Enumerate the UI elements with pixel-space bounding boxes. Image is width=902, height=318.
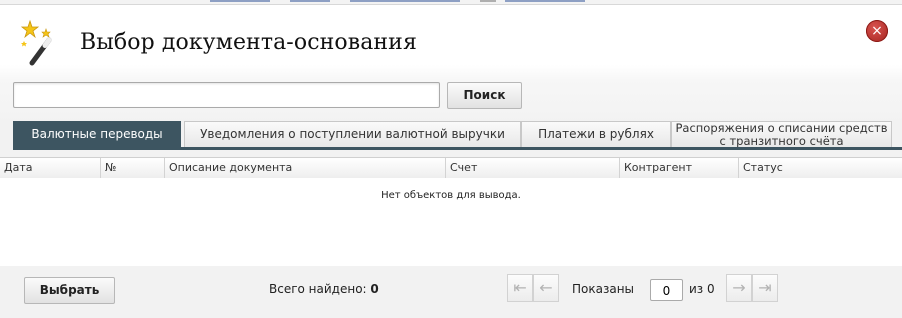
total-found: Всего найдено: 0: [269, 282, 379, 296]
page-of-total: из 0: [689, 282, 715, 296]
column-date[interactable]: Дата: [0, 158, 101, 178]
column-description[interactable]: Описание документа: [165, 158, 446, 178]
column-status[interactable]: Статус: [739, 158, 902, 178]
tab-currency-proceeds-notices[interactable]: Уведомления о поступлении валютной выруч…: [184, 121, 521, 148]
dialog-title: Выбор документа-основания: [80, 30, 417, 55]
tab-underline: [13, 147, 902, 150]
last-page-icon[interactable]: ⇥: [752, 274, 778, 302]
page-number-input[interactable]: [650, 279, 683, 301]
column-account[interactable]: Счет: [446, 158, 620, 178]
next-page-icon[interactable]: →: [726, 274, 752, 302]
empty-message: Нет объектов для вывода.: [381, 190, 521, 201]
search-button[interactable]: Поиск: [447, 82, 522, 109]
total-found-value: 0: [370, 282, 379, 296]
column-counterparty[interactable]: Контрагент: [620, 158, 739, 178]
prev-page-icon[interactable]: ←: [533, 274, 559, 302]
magic-wand-icon: [20, 19, 52, 66]
shown-label: Показаны: [572, 282, 635, 296]
column-number[interactable]: №: [101, 158, 165, 178]
search-input[interactable]: [13, 82, 440, 108]
first-page-icon[interactable]: ⇤: [507, 274, 533, 302]
select-button[interactable]: Выбрать: [24, 277, 115, 304]
total-found-label: Всего найдено:: [269, 282, 367, 296]
tab-transit-account-orders[interactable]: Распоряжения о списании средств с транзи…: [671, 121, 892, 148]
tab-ruble-payments[interactable]: Платежи в рублях: [521, 121, 671, 148]
document-type-tabs: Валютные переводы Уведомления о поступле…: [13, 121, 902, 148]
tab-currency-transfers[interactable]: Валютные переводы: [13, 121, 181, 148]
close-icon[interactable]: ×: [866, 20, 888, 42]
table-header: Дата № Описание документа Счет Контраген…: [0, 157, 902, 179]
